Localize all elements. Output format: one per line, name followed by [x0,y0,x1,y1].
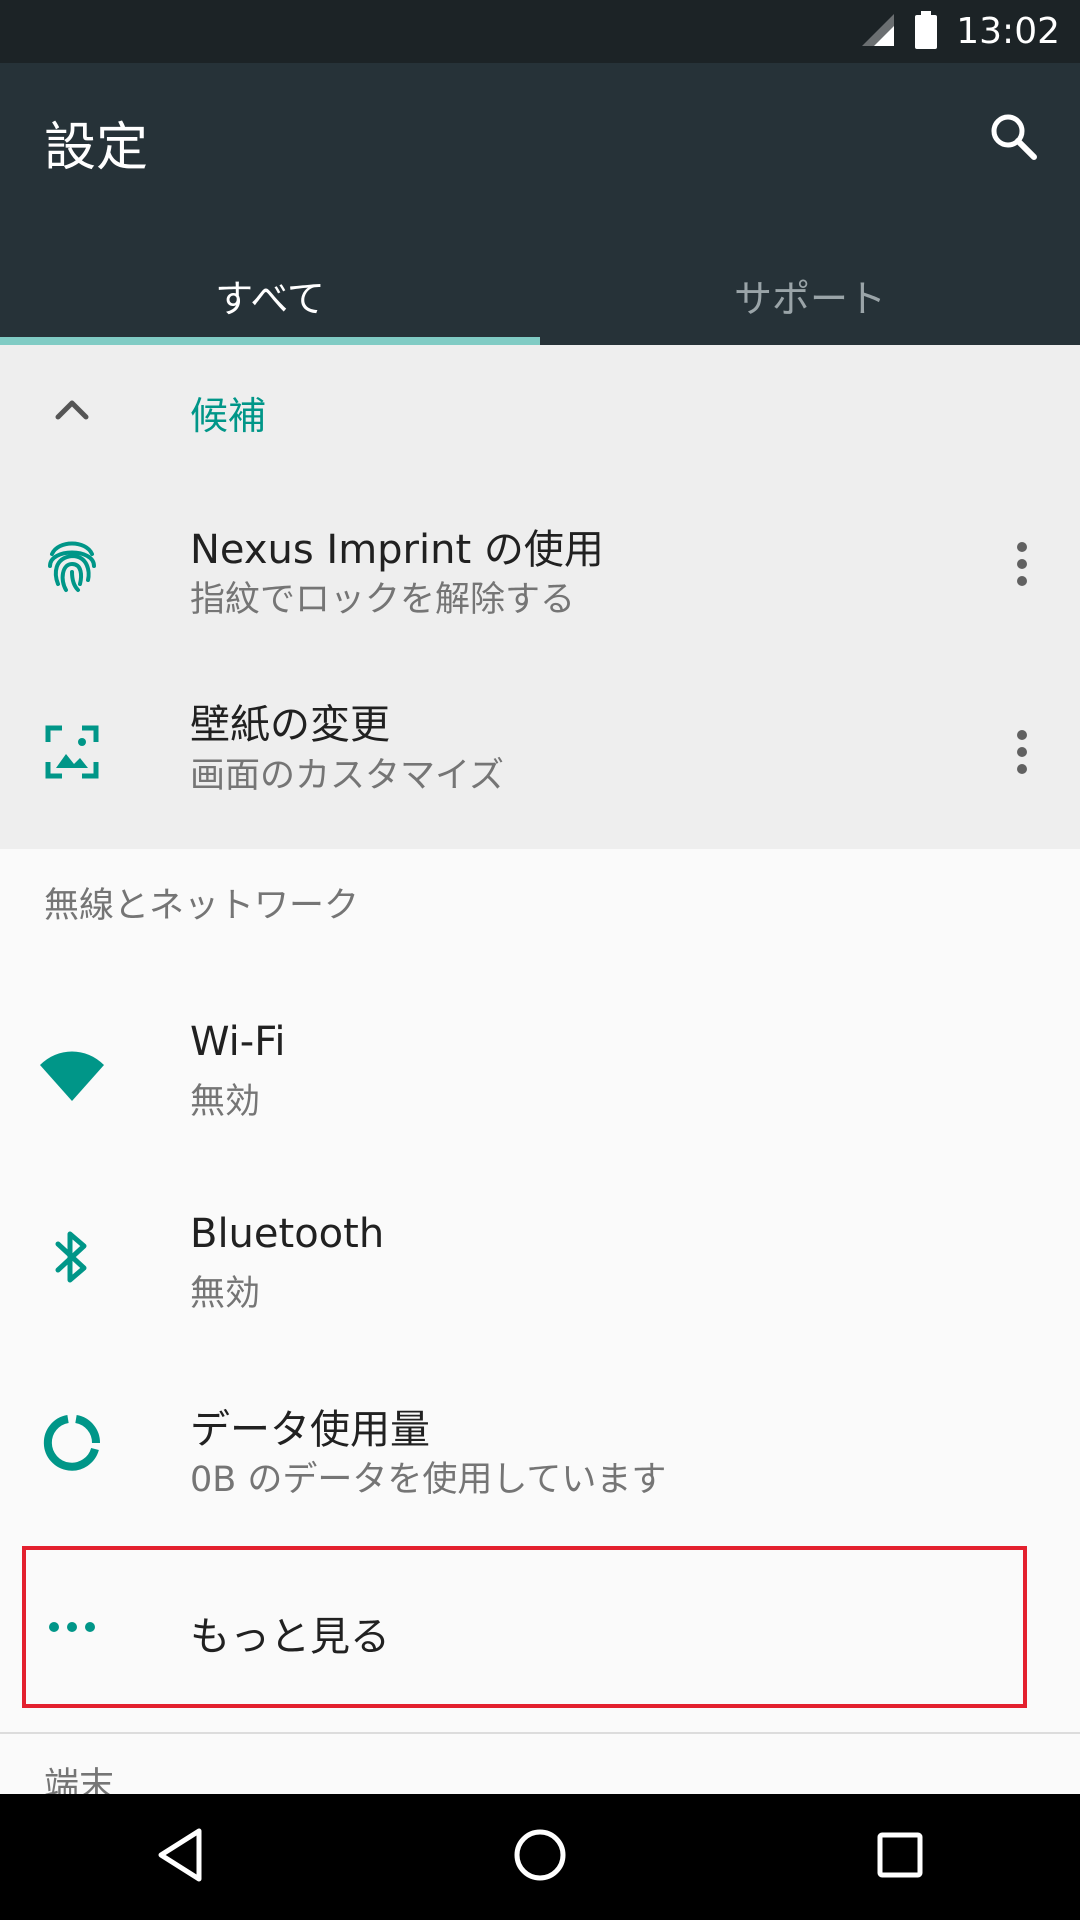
suggestion-item-nexus-imprint[interactable]: Nexus Imprint の使用 指紋でロックを解除する [0,470,1080,658]
settings-item-bluetooth[interactable]: Bluetooth 無効 [0,1163,1080,1351]
status-time: 13:02 [956,11,1060,52]
highlight-frame [22,1546,1027,1708]
settings-item-title: Bluetooth [190,1211,385,1257]
status-bar: 13:02 [0,0,1080,63]
suggestion-subtitle: 指紋でロックを解除する [190,580,576,620]
suggestion-title: Nexus Imprint の使用 [190,527,604,573]
status-icons: 13:02 [860,0,1060,63]
page-title: 設定 [44,118,149,178]
settings-item-title: Wi-Fi [190,1019,286,1065]
home-button[interactable] [490,1807,590,1907]
suggestions-header[interactable]: 候補 [0,345,1080,470]
section-header-wireless: 無線とネットワーク [44,886,360,926]
suggestion-title: 壁紙の変更 [190,702,390,748]
tab-bar: すべて サポート [0,245,1080,345]
suggestions-title: 候補 [190,394,267,438]
back-button[interactable] [130,1807,230,1907]
settings-item-wifi[interactable]: Wi-Fi 無効 [0,975,1080,1163]
recents-icon [876,1831,924,1883]
tab-indicator [0,337,540,345]
data-usage-icon [40,1411,104,1475]
wallpaper-icon [40,720,104,784]
suggestion-subtitle: 画面のカスタマイズ [190,756,504,796]
navigation-bar [0,1794,1080,1920]
settings-item-subtitle: 無効 [190,1082,261,1122]
back-icon [155,1827,205,1887]
chevron-up-icon [50,387,94,431]
app-bar: 設定 すべて サポート [0,63,1080,345]
settings-item-subtitle: 0B のデータを使用しています [190,1460,667,1500]
wifi-icon [40,1045,104,1109]
more-vert-button[interactable] [998,712,1046,792]
recents-button[interactable] [850,1807,950,1907]
battery-icon [914,10,938,54]
more-vert-button[interactable] [998,524,1046,604]
settings-item-title: データ使用量 [190,1407,430,1453]
signal-icon [860,12,896,52]
fingerprint-icon [40,532,104,596]
settings-screen: 13:02 設定 すべて サポート 候補 Nexus Imprint の使用 指… [0,0,1080,1920]
bluetooth-icon [40,1225,104,1289]
settings-item-subtitle: 無効 [190,1274,261,1314]
tab-all-label: すべて [215,276,325,321]
home-icon [512,1827,568,1887]
suggestion-item-wallpaper[interactable]: 壁紙の変更 画面のカスタマイズ [0,658,1080,846]
tab-all[interactable]: すべて [0,245,540,345]
tab-support-label: サポート [733,276,886,321]
search-icon [986,109,1042,169]
search-button[interactable] [978,103,1050,175]
settings-item-data-usage[interactable]: データ使用量 0B のデータを使用しています [0,1351,1080,1539]
divider [0,1732,1080,1734]
suggestions-section: 候補 Nexus Imprint の使用 指紋でロックを解除する 壁紙の変更 画… [0,345,1080,849]
tab-support[interactable]: サポート [540,245,1080,345]
